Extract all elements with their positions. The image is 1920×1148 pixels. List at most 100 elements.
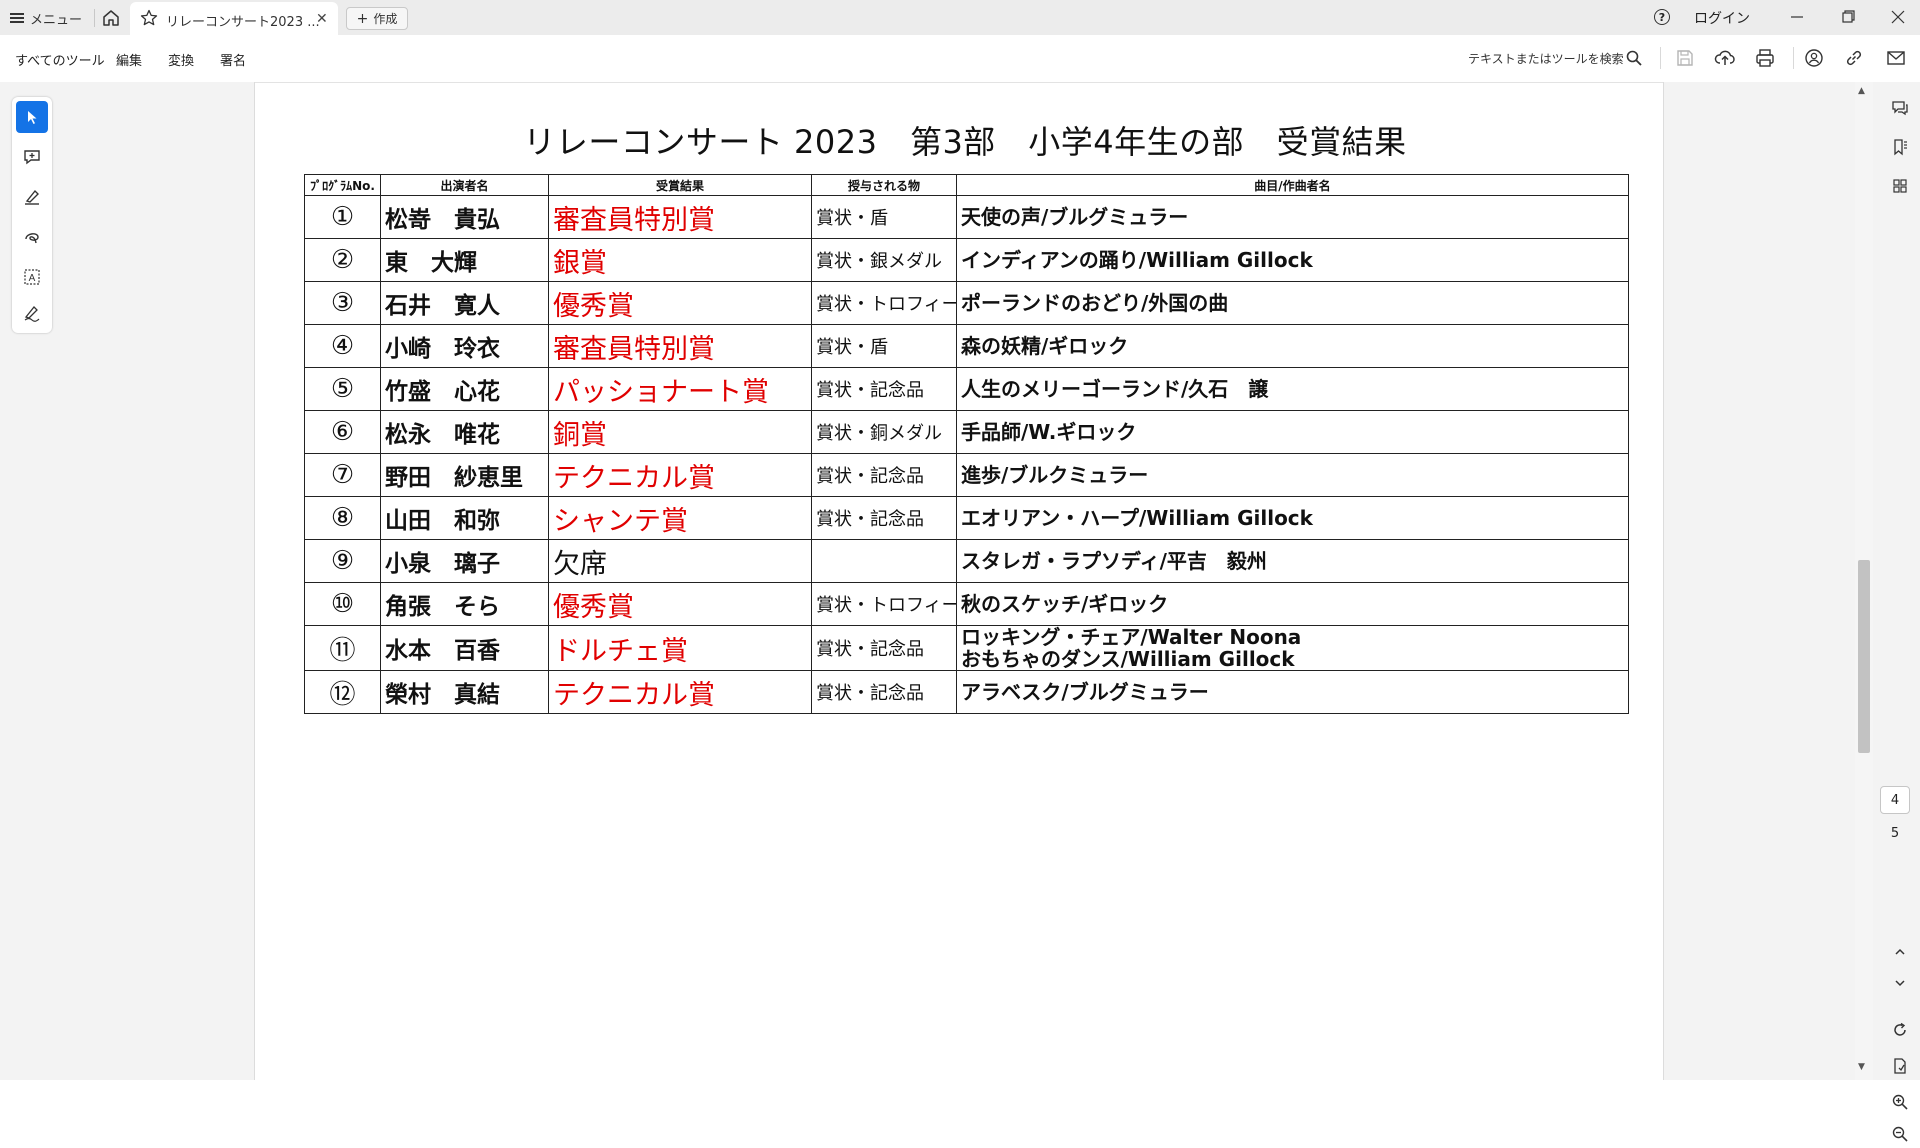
text-select-tool[interactable]: A: [16, 261, 48, 293]
edit-menu[interactable]: 編集: [116, 50, 142, 69]
scrollbar-thumb[interactable]: [1858, 560, 1870, 753]
add-comment-tool[interactable]: [16, 141, 48, 173]
convert-menu[interactable]: 変換: [168, 50, 194, 69]
piece-composer: 天使の声/ブルグミュラー: [956, 195, 1629, 239]
program-number: ⑦: [304, 453, 381, 497]
award-result: ドルチェ賞: [548, 625, 812, 671]
close-tab-icon[interactable]: ✕: [316, 11, 328, 27]
zoom-in-button[interactable]: [1886, 1088, 1914, 1116]
thumbnails-panel-button[interactable]: [1886, 172, 1914, 200]
minimize-button[interactable]: [1779, 4, 1815, 30]
home-icon: [103, 10, 119, 26]
piece-composer: アラベスク/ブルグミュラー: [956, 670, 1629, 714]
signature-pen-icon: [24, 306, 40, 322]
table-row: ④ 小崎 玲衣 審査員特別賞 賞状・盾 森の妖精/ギロック: [304, 324, 1629, 368]
results-table: ﾌﾟﾛｸﾞﾗﾑNo. 出演者名 受賞結果 授与される物 曲目/作曲者名 ① 松嵜 …: [304, 174, 1629, 714]
comments-panel-button[interactable]: [1886, 94, 1914, 122]
piece-line: 人生のメリーゴーランド/久石 譲: [961, 377, 1269, 401]
piece-line: 秋のスケッチ/ギロック: [961, 592, 1169, 616]
share-user-icon[interactable]: [1803, 47, 1825, 69]
table-row: ⑧ 山田 和弥 シャンテ賞 賞状・記念品 エオリアン・ハープ/William Gillo…: [304, 496, 1629, 540]
save-icon[interactable]: [1674, 47, 1696, 69]
program-number: ⑫: [304, 670, 381, 714]
award-result: 審査員特別賞: [548, 195, 812, 239]
chevron-up-icon: [1895, 948, 1905, 955]
star-icon[interactable]: [140, 9, 158, 27]
close-window-button[interactable]: [1880, 4, 1916, 30]
freehand-loop-icon: [25, 233, 39, 244]
highlighter-pen-icon: [25, 189, 39, 205]
menu-button[interactable]: メニュー: [10, 7, 82, 29]
piece-composer: スタレガ・ラプソディ/平吉 毅州: [956, 539, 1629, 583]
create-button[interactable]: + 作成: [346, 7, 408, 30]
rotate-button[interactable]: [1886, 1016, 1914, 1044]
prize-item: 賞状・記念品: [811, 453, 957, 497]
fill-sign-tool[interactable]: [16, 297, 48, 329]
create-label: 作成: [373, 12, 398, 26]
toolbar-divider: [1660, 47, 1661, 69]
performer-name: 小泉 璃子: [380, 539, 549, 583]
piece-line: ポーランドのおどり/外国の曲: [961, 291, 1229, 315]
program-number: ⑪: [304, 625, 381, 671]
table-header-row: ﾌﾟﾛｸﾞﾗﾑNo. 出演者名 受賞結果 授与される物 曲目/作曲者名: [304, 174, 1629, 196]
page-tools-button[interactable]: [1886, 1052, 1914, 1080]
header-prize: 授与される物: [811, 174, 957, 196]
bookmarks-panel-button[interactable]: [1886, 133, 1914, 161]
piece-composer: 秋のスケッチ/ギロック: [956, 582, 1629, 626]
link-icon[interactable]: [1843, 47, 1865, 69]
minimize-icon: [1791, 16, 1803, 18]
table-row: ① 松嵜 貴弘 審査員特別賞 賞状・盾 天使の声/ブルグミュラー: [304, 195, 1629, 239]
piece-composer: ロッキング・チェア/Walter Noona おもちゃのダンス/William G…: [956, 625, 1629, 671]
print-icon[interactable]: [1754, 47, 1776, 69]
current-page-input[interactable]: 4: [1880, 786, 1910, 814]
award-result: 銀賞: [548, 238, 812, 282]
award-result: 審査員特別賞: [548, 324, 812, 368]
table-row: ⑦ 野田 紗恵里 テクニカル賞 賞状・記念品 進歩/ブルクミュラー: [304, 453, 1629, 497]
tab-divider: [94, 9, 95, 27]
performer-name: 榮村 真結: [380, 670, 549, 714]
award-result: シャンテ賞: [548, 496, 812, 540]
home-button[interactable]: [100, 7, 122, 29]
prize-item: 賞状・記念品: [811, 496, 957, 540]
prize-item: [811, 539, 957, 583]
quick-tools: A: [12, 97, 52, 333]
restore-button[interactable]: [1830, 4, 1866, 30]
plus-icon: +: [356, 10, 369, 27]
right-icon-rail: [1880, 82, 1920, 1142]
award-result: 優秀賞: [548, 281, 812, 325]
draw-tool[interactable]: [16, 221, 48, 253]
highlight-tool[interactable]: [16, 181, 48, 213]
mail-icon[interactable]: [1885, 47, 1907, 69]
search-icon[interactable]: [1625, 49, 1643, 67]
piece-composer: 人生のメリーゴーランド/久石 譲: [956, 367, 1629, 411]
scroll-down-arrow[interactable]: ▼: [1858, 1062, 1865, 1072]
award-result: 優秀賞: [548, 582, 812, 626]
piece-composer: 森の妖精/ギロック: [956, 324, 1629, 368]
performer-name: 山田 和弥: [380, 496, 549, 540]
header-piece: 曲目/作曲者名: [956, 174, 1629, 196]
zoom-out-button[interactable]: [1886, 1120, 1914, 1148]
previous-page-button[interactable]: [1886, 938, 1914, 966]
piece-line: ロッキング・チェア/Walter Noona: [961, 625, 1302, 649]
performer-name: 東 大輝: [380, 238, 549, 282]
next-page-button[interactable]: [1886, 969, 1914, 997]
grid-icon: [1893, 179, 1907, 193]
sign-menu[interactable]: 署名: [220, 50, 246, 69]
select-tool[interactable]: [16, 101, 48, 133]
piece-line: アラベスク/ブルグミュラー: [961, 680, 1209, 704]
document-tab[interactable]: リレーコンサート2023 ... ✕: [130, 2, 338, 35]
award-result: テクニカル賞: [548, 670, 812, 714]
piece-line: 手品師/W.ギロック: [961, 420, 1137, 444]
help-icon[interactable]: ?: [1654, 9, 1670, 25]
next-page-number: 5: [1890, 826, 1900, 841]
scroll-up-arrow[interactable]: ▲: [1858, 86, 1865, 96]
chevron-down-icon: [1895, 980, 1905, 987]
cloud-upload-icon[interactable]: [1714, 47, 1736, 69]
login-button[interactable]: ログイン: [1694, 8, 1750, 28]
tool-search-input[interactable]: テキストまたはツールを検索: [1468, 50, 1624, 67]
all-tools-menu[interactable]: すべてのツール: [15, 50, 105, 69]
program-number: ⑥: [304, 410, 381, 454]
performer-name: 野田 紗恵里: [380, 453, 549, 497]
performer-name: 石井 寛人: [380, 281, 549, 325]
close-icon: [1891, 10, 1905, 24]
